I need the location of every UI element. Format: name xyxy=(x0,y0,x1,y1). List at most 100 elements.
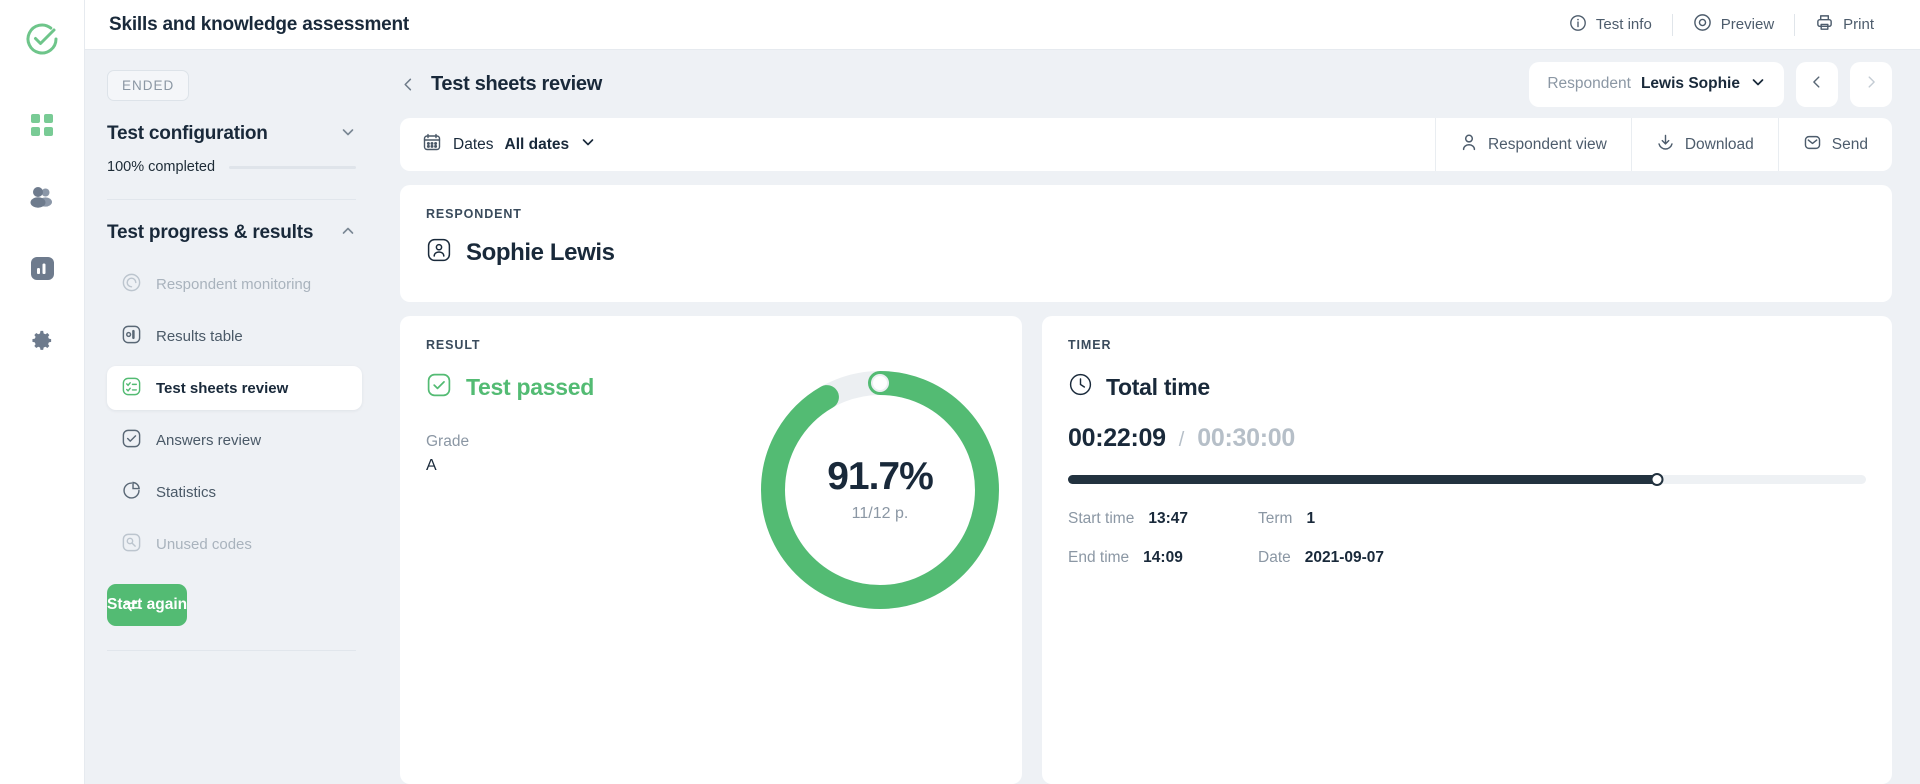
preview-button[interactable]: Preview xyxy=(1673,13,1794,37)
timer-heading: Total time xyxy=(1106,374,1210,401)
topbar-actions: Test info Preview xyxy=(1549,13,1894,37)
panel-divider-bottom xyxy=(107,650,356,651)
sidebar-item-label: Test sheets review xyxy=(156,380,288,397)
respondent-name-row: Sophie Lewis xyxy=(426,237,1866,268)
results-section-header[interactable]: Test progress & results xyxy=(107,222,356,244)
body-region: ENDED Test configuration 100% completed … xyxy=(85,50,1920,784)
chevron-left-icon xyxy=(1809,74,1825,95)
download-icon xyxy=(1656,133,1675,157)
timer-heading-row: Total time xyxy=(1068,372,1866,402)
timer-separator: / xyxy=(1179,429,1185,452)
chevron-down-icon xyxy=(340,124,356,145)
test-sheet-icon xyxy=(121,376,142,401)
detail-value: 2021-09-07 xyxy=(1305,549,1384,567)
repeat-icon xyxy=(123,596,142,615)
main-content: Test sheets review Respondent Lewis Soph… xyxy=(378,50,1920,784)
sidebar-item-label: Statistics xyxy=(156,484,216,501)
check-circle-logo-icon[interactable] xyxy=(25,22,59,61)
configuration-progress: 100% completed xyxy=(107,159,356,175)
start-again-button[interactable]: Start again xyxy=(107,584,187,626)
rail-item-settings[interactable] xyxy=(20,321,64,365)
timer-detail-date: Date 2021-09-07 xyxy=(1258,549,1866,567)
progress-track xyxy=(229,166,356,169)
test-configuration-header[interactable]: Test configuration xyxy=(107,123,356,145)
page-title: Skills and knowledge assessment xyxy=(109,14,409,36)
chevron-down-icon xyxy=(1750,74,1766,95)
chevron-right-icon xyxy=(1863,74,1879,95)
back-button[interactable] xyxy=(400,76,417,93)
progress-label: 100% completed xyxy=(107,159,215,175)
donut-points: 11/12 p. xyxy=(852,505,909,523)
detail-key: End time xyxy=(1068,549,1129,567)
print-button[interactable]: Print xyxy=(1795,13,1894,37)
test-configuration-title: Test configuration xyxy=(107,123,268,145)
sidebar-item-label: Respondent monitoring xyxy=(156,276,311,293)
detail-value: 1 xyxy=(1306,510,1315,528)
printer-icon xyxy=(1815,13,1834,36)
monitoring-icon xyxy=(121,272,142,297)
download-label: Download xyxy=(1685,136,1754,154)
rail-item-users[interactable] xyxy=(20,177,64,221)
detail-key: Term xyxy=(1258,510,1292,528)
next-respondent-button[interactable] xyxy=(1850,62,1892,107)
breadcrumb: Test sheets review Respondent Lewis Soph… xyxy=(378,50,1892,118)
download-button[interactable]: Download xyxy=(1631,118,1778,171)
filter-toolbar: Dates All dates xyxy=(400,118,1892,171)
timer-elapsed: 00:22:09 xyxy=(1068,424,1166,453)
sidebar-item-answers-review[interactable]: Answers review xyxy=(107,418,362,462)
score-donut-chart: 91.7% 11/12 p. xyxy=(754,364,1006,616)
detail-key: Date xyxy=(1258,549,1291,567)
start-again-label: Start again xyxy=(107,596,187,614)
sidebar-item-statistics[interactable]: Statistics xyxy=(107,470,362,514)
respondent-view-button[interactable]: Respondent view xyxy=(1435,118,1631,171)
preview-label: Preview xyxy=(1721,16,1774,33)
respondent-name: Sophie Lewis xyxy=(466,239,615,267)
pie-chart-icon xyxy=(121,480,142,505)
test-info-button[interactable]: Test info xyxy=(1549,13,1672,37)
timer-detail-term: Term 1 xyxy=(1258,510,1866,528)
sidebar-item-test-sheets-review[interactable]: Test sheets review xyxy=(107,366,362,410)
respondent-select[interactable]: Respondent Lewis Sophie xyxy=(1529,62,1784,107)
timer-values: 00:22:09 / 00:30:00 xyxy=(1068,424,1866,453)
previous-respondent-button[interactable] xyxy=(1796,62,1838,107)
timer-card: TIMER Total time 00:22:09 / xyxy=(1042,316,1892,784)
results-nav: Respondent monitoring Results table xyxy=(85,262,378,566)
respondent-select-label: Respondent xyxy=(1547,75,1631,93)
users-icon xyxy=(30,186,54,213)
gear-icon xyxy=(31,329,54,357)
check-square-green-icon xyxy=(426,372,452,403)
person-icon xyxy=(1460,133,1478,157)
sidebar-item-label: Answers review xyxy=(156,432,261,449)
timer-detail-end-time: End time 14:09 xyxy=(1068,549,1258,567)
timer-progress-knob[interactable] xyxy=(1650,473,1663,486)
timer-detail-start-time: Start time 13:47 xyxy=(1068,510,1258,528)
sidebar-item-respondent-monitoring[interactable]: Respondent monitoring xyxy=(107,262,362,306)
timer-total: 00:30:00 xyxy=(1197,424,1295,453)
result-timer-row: RESULT Test passed Grade A xyxy=(378,316,1892,784)
user-badge-icon xyxy=(426,237,452,268)
respondent-card: RESPONDENT Sophie Lewis xyxy=(400,185,1892,302)
envelope-icon xyxy=(1803,133,1822,157)
panel-divider xyxy=(107,199,356,200)
respondent-select-value: Lewis Sophie xyxy=(1641,75,1740,93)
check-square-icon xyxy=(121,428,142,453)
sidebar-item-results-table[interactable]: Results table xyxy=(107,314,362,358)
right-region: Skills and knowledge assessment Test inf… xyxy=(85,0,1920,784)
rail-item-dashboard[interactable] xyxy=(20,105,64,149)
detail-value: 13:47 xyxy=(1148,510,1188,528)
result-card: RESULT Test passed Grade A xyxy=(400,316,1022,784)
respondent-view-label: Respondent view xyxy=(1488,136,1607,154)
sidebar-item-label: Unused codes xyxy=(156,536,252,553)
breadcrumb-title: Test sheets review xyxy=(431,73,602,96)
sidebar-item-unused-codes[interactable]: Unused codes xyxy=(107,522,362,566)
timer-progress-fill xyxy=(1068,475,1657,484)
send-button[interactable]: Send xyxy=(1778,118,1892,171)
left-panel: ENDED Test configuration 100% completed … xyxy=(85,50,378,784)
test-info-label: Test info xyxy=(1596,16,1652,33)
dates-filter[interactable]: Dates All dates xyxy=(400,132,596,157)
status-badge: ENDED xyxy=(107,70,189,101)
results-table-icon xyxy=(121,324,142,349)
detail-key: Start time xyxy=(1068,510,1134,528)
rail-item-reports[interactable] xyxy=(20,249,64,293)
result-card-eyebrow: RESULT xyxy=(426,338,996,352)
